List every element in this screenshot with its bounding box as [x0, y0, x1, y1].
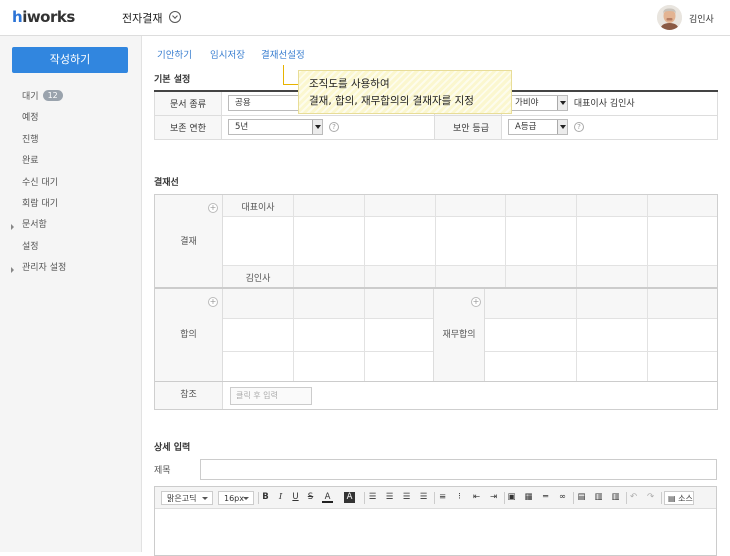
- align-right-icon[interactable]: ☰: [401, 492, 412, 503]
- source-icon: ▤: [668, 494, 676, 503]
- hiworks-logo[interactable]: hiworks: [12, 8, 75, 26]
- source-button[interactable]: ▤ 소스: [664, 491, 694, 505]
- tab-draft[interactable]: 기안하기: [157, 47, 192, 61]
- subject-input[interactable]: [200, 459, 717, 480]
- subject-label: 제목: [154, 466, 171, 476]
- ordered-list-icon[interactable]: ≡: [437, 492, 448, 503]
- align-center-icon[interactable]: ☰: [384, 492, 395, 503]
- sidebar-item-circulation-waiting[interactable]: 회람 대기: [0, 194, 142, 215]
- drafter-select[interactable]: 가비야: [508, 95, 568, 112]
- strikethrough-icon[interactable]: S: [305, 492, 316, 503]
- add-finance-agree-icon[interactable]: +: [471, 297, 481, 307]
- paste-icon[interactable]: ▥: [593, 492, 604, 503]
- drafter-text: 대표이사 김인사: [573, 98, 635, 109]
- tab-temp-save[interactable]: 임시저장: [210, 47, 245, 61]
- tooltip-pointer: [283, 65, 299, 85]
- select-caret-icon[interactable]: [557, 96, 567, 111]
- paste-text-icon[interactable]: ▥: [610, 492, 621, 503]
- redo-icon[interactable]: ↷: [645, 492, 656, 503]
- unordered-list-icon[interactable]: ⁝: [454, 492, 465, 503]
- bold-icon[interactable]: B: [260, 492, 271, 503]
- help-icon[interactable]: ?: [574, 122, 584, 132]
- copy-icon[interactable]: ▤: [576, 492, 587, 503]
- reference-label: 참조: [155, 382, 223, 409]
- undo-icon[interactable]: ↶: [628, 492, 639, 503]
- sidebar-nav: 대기 12 예정 진행 완료 수신 대기 회람 대기 문서함 설정 관리자 설정: [0, 87, 142, 280]
- add-agree-icon[interactable]: +: [208, 297, 218, 307]
- editor-toolbar: 맑은고딕 16px B I U S A A ☰ ☰ ☰ ☰ ≡ ⁝ ⇤ ⇥ ▣ …: [155, 487, 716, 509]
- select-caret-icon[interactable]: [557, 120, 567, 134]
- section-title-basic: 기본 설정: [154, 75, 191, 85]
- security-label: 보안 등급: [434, 114, 502, 140]
- approval-line-grid: 결재 + 대표이사 김인사 합의 + 재무합의 + 참조: [154, 194, 718, 410]
- sidebar: 작성하기 대기 12 예정 진행 완료 수신 대기 회람 대기 문서함 설정 관리…: [0, 36, 142, 552]
- sidebar-item-waiting[interactable]: 대기 12: [0, 87, 142, 108]
- approver-name: 김인사: [245, 274, 271, 284]
- security-select[interactable]: A등급: [508, 119, 568, 135]
- top-header: hiworks 전자결재 김인사: [0, 0, 730, 36]
- count-badge: 12: [42, 90, 63, 101]
- font-color-icon[interactable]: A: [322, 492, 333, 503]
- background-color-icon[interactable]: A: [344, 492, 355, 503]
- table-icon[interactable]: ▦: [523, 492, 534, 503]
- font-family-select[interactable]: 맑은고딕: [161, 491, 213, 505]
- image-icon[interactable]: ▣: [506, 492, 517, 503]
- sidebar-item-completed[interactable]: 완료: [0, 151, 142, 172]
- sidebar-item-scheduled[interactable]: 예정: [0, 108, 142, 129]
- outdent-icon[interactable]: ⇤: [471, 492, 482, 503]
- sidebar-item-document-box[interactable]: 문서함: [0, 215, 142, 236]
- select-caret-icon[interactable]: [312, 120, 322, 134]
- font-size-select[interactable]: 16px: [218, 491, 254, 505]
- sidebar-item-in-progress[interactable]: 진행: [0, 130, 142, 151]
- sidebar-item-admin-settings[interactable]: 관리자 설정: [0, 258, 142, 279]
- indent-icon[interactable]: ⇥: [488, 492, 499, 503]
- tab-approval-line[interactable]: 결재선설정: [261, 47, 305, 61]
- section-title-detail: 상세 입력: [154, 443, 191, 453]
- rich-text-editor[interactable]: 맑은고딕 16px B I U S A A ☰ ☰ ☰ ☰ ≡ ⁝ ⇤ ⇥ ▣ …: [154, 486, 717, 556]
- reference-input[interactable]: 클릭 후 입력: [230, 387, 312, 405]
- italic-icon[interactable]: I: [275, 492, 286, 503]
- retention-select[interactable]: 5년: [228, 119, 323, 135]
- align-justify-icon[interactable]: ☰: [418, 492, 429, 503]
- doc-type-label: 문서 종류: [154, 90, 222, 116]
- user-name[interactable]: 김인사: [689, 12, 714, 25]
- help-icon[interactable]: ?: [329, 122, 339, 132]
- retention-label: 보존 연한: [154, 114, 222, 140]
- approver-position: 대표이사: [241, 203, 275, 213]
- avatar[interactable]: [657, 5, 682, 30]
- chevron-down-icon[interactable]: [169, 11, 181, 23]
- section-title-approval: 결재선: [154, 178, 179, 188]
- align-left-icon[interactable]: ☰: [367, 492, 378, 503]
- sidebar-item-settings[interactable]: 설정: [0, 237, 142, 258]
- link-icon[interactable]: ∞: [557, 492, 568, 503]
- avatar-icon: [657, 5, 682, 30]
- write-button[interactable]: 작성하기: [12, 47, 128, 73]
- underline-icon[interactable]: U: [290, 492, 301, 503]
- horizontal-rule-icon[interactable]: ═: [540, 492, 551, 503]
- add-approver-icon[interactable]: +: [208, 203, 218, 213]
- sidebar-item-receive-waiting[interactable]: 수신 대기: [0, 173, 142, 194]
- approval-line-tooltip: 조직도를 사용하여 결재, 합의, 재무합의의 결재자를 지정: [298, 70, 512, 114]
- app-title[interactable]: 전자결재: [122, 10, 162, 26]
